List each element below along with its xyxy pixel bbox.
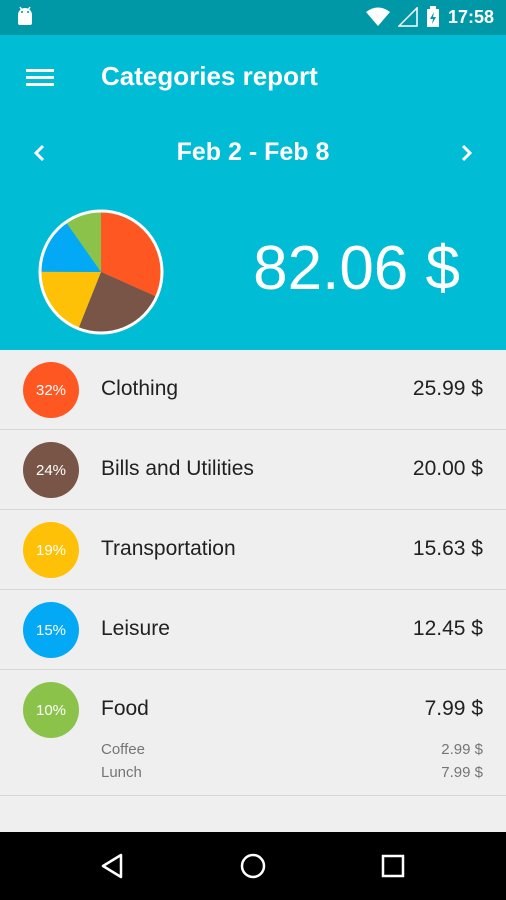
subcategory-amount: 7.99 $ [441, 764, 483, 781]
subcategory-name: Coffee [101, 741, 145, 758]
cell-signal-icon [397, 7, 418, 27]
page-title: Categories report [101, 61, 318, 91]
battery-charging-icon [426, 6, 439, 27]
category-amount: 15.63 $ [412, 537, 483, 560]
category-name: Bills and Utilities [101, 457, 254, 480]
subcategory-name: Lunch [101, 764, 142, 781]
wifi-icon [365, 7, 390, 26]
category-name: Clothing [101, 377, 179, 400]
system-nav-bar [0, 832, 506, 900]
percent-badge: 10% [23, 682, 79, 738]
category-list: 32% Clothing 25.99 $ 24% Bills and Utili… [0, 350, 506, 796]
report-header: Categories report Feb 2 - Feb 8 82.06 $ [0, 35, 506, 350]
list-item[interactable]: 19% Transportation 15.63 $ [0, 510, 506, 590]
subcategory-amount: 2.99 $ [441, 741, 483, 758]
back-icon[interactable] [99, 852, 127, 880]
total-amount: 82.06 $ [253, 234, 460, 303]
category-pie-chart [38, 209, 164, 335]
list-item[interactable]: 10% Food 7.99 $ Coffee 2.99 $ Lunch 7.99… [0, 670, 506, 796]
percent-badge: 19% [23, 522, 79, 578]
chevron-right-icon[interactable] [454, 141, 478, 165]
category-amount: 20.00 $ [412, 457, 483, 480]
percent-badge: 15% [23, 602, 79, 658]
category-name: Transportation [101, 537, 236, 560]
android-debug-icon [18, 6, 32, 25]
list-item[interactable]: 24% Bills and Utilities 20.00 $ [0, 430, 506, 510]
list-item[interactable]: 32% Clothing 25.99 $ [0, 350, 506, 430]
category-amount: 7.99 $ [424, 697, 483, 720]
percent-badge: 24% [23, 442, 79, 498]
category-name: Leisure [101, 617, 170, 640]
category-amount: 25.99 $ [412, 377, 483, 400]
status-bar: 17:58 [0, 0, 506, 35]
list-item[interactable]: 15% Leisure 12.45 $ [0, 590, 506, 670]
clock: 17:58 [447, 6, 494, 27]
recents-icon[interactable] [379, 852, 407, 880]
category-name: Food [101, 697, 149, 720]
hamburger-icon[interactable] [24, 65, 56, 91]
category-amount: 12.45 $ [412, 617, 483, 640]
percent-badge: 32% [23, 362, 79, 418]
date-range: Feb 2 - Feb 8 [176, 138, 330, 166]
home-icon[interactable] [239, 852, 267, 880]
